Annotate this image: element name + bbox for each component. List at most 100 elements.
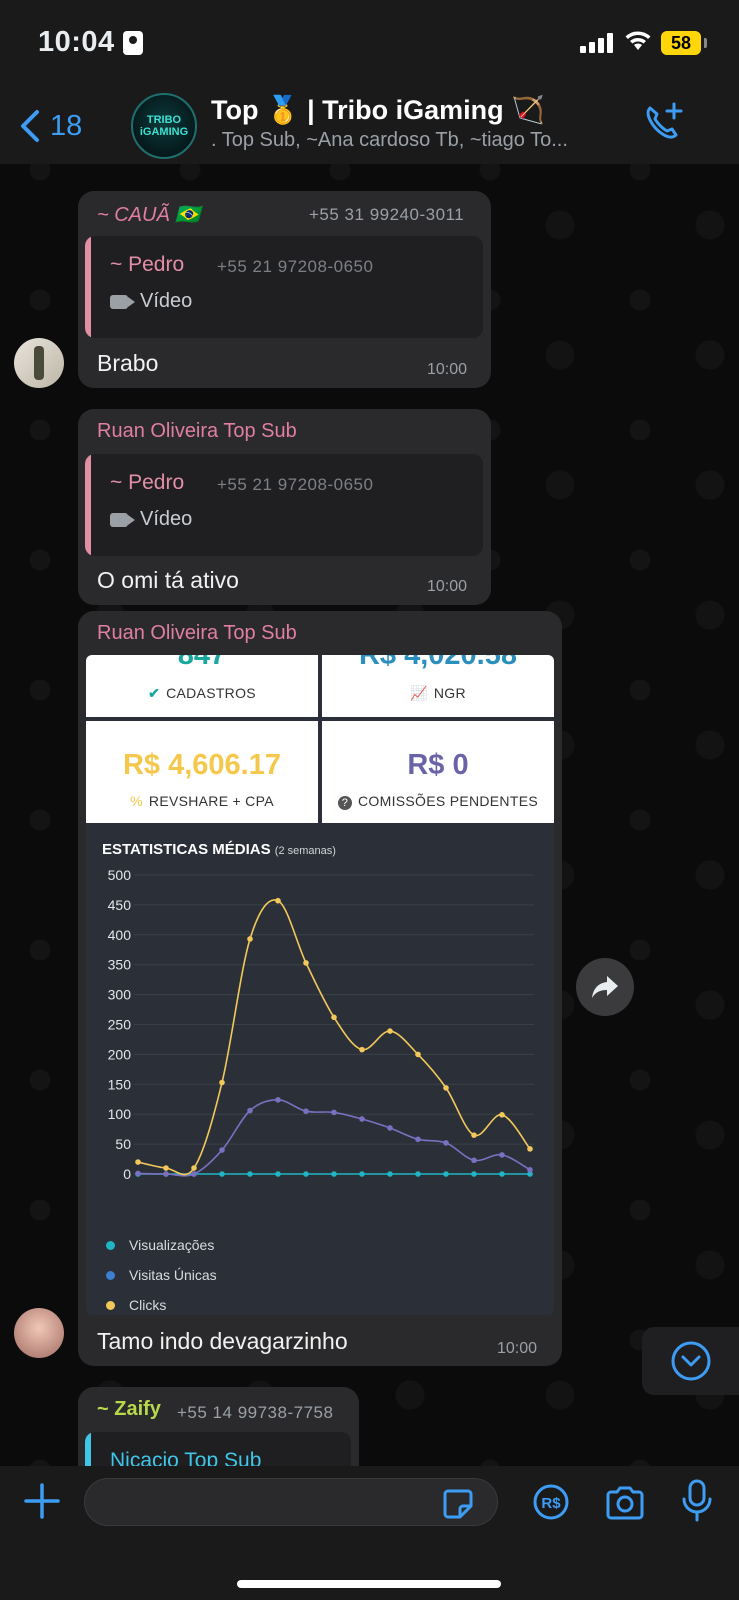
message-bubble[interactable]: Ruan Oliveira Top Sub ~ Pedro +55 21 972… xyxy=(78,409,491,605)
message-text: Brabo xyxy=(97,350,159,376)
sender-name[interactable]: ~ Zaify xyxy=(97,1398,161,1421)
battery-icon: 58 xyxy=(661,31,701,55)
stat-label: ? COMISSÕES PENDENTES xyxy=(322,793,554,810)
signal-icon xyxy=(580,33,614,53)
data-point xyxy=(303,1171,309,1177)
data-point xyxy=(275,897,281,904)
message-input[interactable] xyxy=(84,1478,498,1526)
legend-item[interactable]: Visualizações xyxy=(106,1237,214,1253)
id-card-icon xyxy=(123,31,143,55)
group-avatar[interactable]: TRIBO iGAMING xyxy=(131,93,197,159)
data-point xyxy=(303,960,309,966)
data-point xyxy=(471,1171,477,1177)
quote-bar xyxy=(85,236,91,338)
quote-phone: +55 21 97208-0650 xyxy=(217,257,374,276)
sticker-icon[interactable] xyxy=(442,1488,474,1520)
quoted-message[interactable]: ~ Pedro +55 21 97208-0650 Vídeo xyxy=(85,454,483,556)
quote-phone: +55 21 97208-0650 xyxy=(217,475,374,494)
chevron-down-icon xyxy=(671,1341,711,1381)
message-time: 10:00 xyxy=(427,361,468,378)
add-call-icon[interactable] xyxy=(642,100,686,144)
data-point xyxy=(443,1085,449,1091)
payment-icon[interactable]: R$ xyxy=(532,1483,570,1521)
share-arrow-icon xyxy=(592,976,618,998)
group-title[interactable]: Top 🥇 | Tribo iGaming 🏹 xyxy=(211,94,545,126)
back-button[interactable]: 18 xyxy=(20,106,82,146)
data-point xyxy=(527,1167,533,1173)
data-point xyxy=(219,1171,225,1177)
message-bubble[interactable]: ~ CAUÃ 🇧🇷 +55 31 99240-3011 ~ Pedro +55 … xyxy=(78,191,491,388)
battery-tip xyxy=(704,38,707,48)
microphone-icon[interactable] xyxy=(680,1479,714,1523)
data-point xyxy=(415,1171,421,1177)
legend-dot xyxy=(106,1300,115,1310)
sender-name[interactable]: ~ CAUÃ 🇧🇷 xyxy=(97,202,200,227)
y-tick-label: 250 xyxy=(108,1017,132,1033)
chat-header: 18 TRIBO iGAMING Top 🥇 | Tribo iGaming 🏹… xyxy=(0,88,739,164)
chevron-left-icon xyxy=(21,110,39,142)
data-point xyxy=(191,1165,197,1171)
y-tick-label: 350 xyxy=(108,957,132,973)
quote-sender: ~ Pedro xyxy=(110,253,185,276)
data-point xyxy=(331,1109,337,1116)
avatar[interactable] xyxy=(14,338,64,388)
stat-value: R$ 4,020.58 xyxy=(358,655,517,671)
stat-card-ngr: R$ 4,020.58 📈 NGR xyxy=(322,655,554,717)
message-text: Tamo indo devagarzinho xyxy=(97,1328,348,1354)
quote-media-label: Vídeo xyxy=(140,508,193,530)
percent-icon: % xyxy=(130,793,143,809)
composer-bar: R$ xyxy=(0,1466,739,1600)
data-point xyxy=(359,1046,365,1053)
series-line-2 xyxy=(137,899,531,1176)
y-tick-label: 450 xyxy=(108,897,132,913)
stat-value: R$ 4,606.17 xyxy=(122,749,281,781)
y-tick-label: 100 xyxy=(108,1106,132,1122)
quoted-message[interactable]: ~ Pedro +55 21 97208-0650 Vídeo xyxy=(85,236,483,338)
y-tick-label: 200 xyxy=(108,1046,132,1062)
data-point xyxy=(387,1028,393,1034)
sender-name[interactable]: Ruan Oliveira Top Sub xyxy=(97,420,297,443)
data-point xyxy=(275,1097,281,1103)
data-point xyxy=(219,1079,225,1086)
data-point xyxy=(415,1136,421,1143)
sender-name[interactable]: Ruan Oliveira Top Sub xyxy=(97,622,297,645)
check-icon: ✔ xyxy=(148,685,161,701)
data-point xyxy=(247,936,253,942)
data-point xyxy=(387,1125,393,1131)
plus-icon[interactable] xyxy=(23,1482,61,1520)
stat-value: R$ 0 xyxy=(407,749,469,781)
camera-icon[interactable] xyxy=(604,1485,646,1521)
quote-sender: ~ Pedro xyxy=(110,471,185,494)
status-time: 10:04 xyxy=(38,26,115,58)
data-point xyxy=(163,1165,169,1171)
data-point xyxy=(499,1171,505,1177)
data-point xyxy=(135,1159,141,1165)
scroll-down-button[interactable] xyxy=(642,1327,739,1395)
legend-item[interactable]: Clicks xyxy=(106,1297,166,1313)
data-point xyxy=(527,1146,533,1152)
y-tick-label: 300 xyxy=(108,987,132,1003)
stat-card-revshare: R$ 4,606.17 % REVSHARE + CPA xyxy=(86,721,318,823)
sender-phone: +55 31 99240-3011 xyxy=(309,205,465,224)
quote-bar xyxy=(85,454,91,556)
data-point xyxy=(443,1140,449,1146)
forward-button[interactable] xyxy=(576,958,634,1016)
data-point xyxy=(359,1171,365,1177)
dashboard-image[interactable]: 847 ✔ CADASTROS R$ 4,020.58 📈 NGR R$ 4,606… xyxy=(86,655,554,1315)
chart-title: ESTATISTICAS MÉDIAS (2 semanas) xyxy=(102,841,336,858)
legend-item[interactable]: Visitas Únicas xyxy=(106,1267,217,1283)
message-time: 10:00 xyxy=(497,1340,538,1357)
wifi-icon xyxy=(625,31,651,50)
message-text: O omi tá ativo xyxy=(97,567,239,593)
stat-label: ✔ CADASTROS xyxy=(148,685,256,701)
group-members[interactable]: . Top Sub, ~Ana cardoso Tb, ~tiago To... xyxy=(211,129,611,152)
quote-media-label: Vídeo xyxy=(140,290,193,312)
line-chart: 0 50 100 150 200 250 300 350 400 450 500 xyxy=(108,867,534,1182)
stat-card-cadastros: 847 ✔ CADASTROS xyxy=(86,655,318,717)
quote-media: Vídeo xyxy=(110,290,192,313)
avatar[interactable] xyxy=(14,1308,64,1358)
data-point xyxy=(303,1108,309,1115)
stat-card-comissoes: R$ 0 ? COMISSÕES PENDENTES xyxy=(322,721,554,823)
data-point xyxy=(471,1132,477,1138)
stat-label: 📈 NGR xyxy=(410,685,466,701)
